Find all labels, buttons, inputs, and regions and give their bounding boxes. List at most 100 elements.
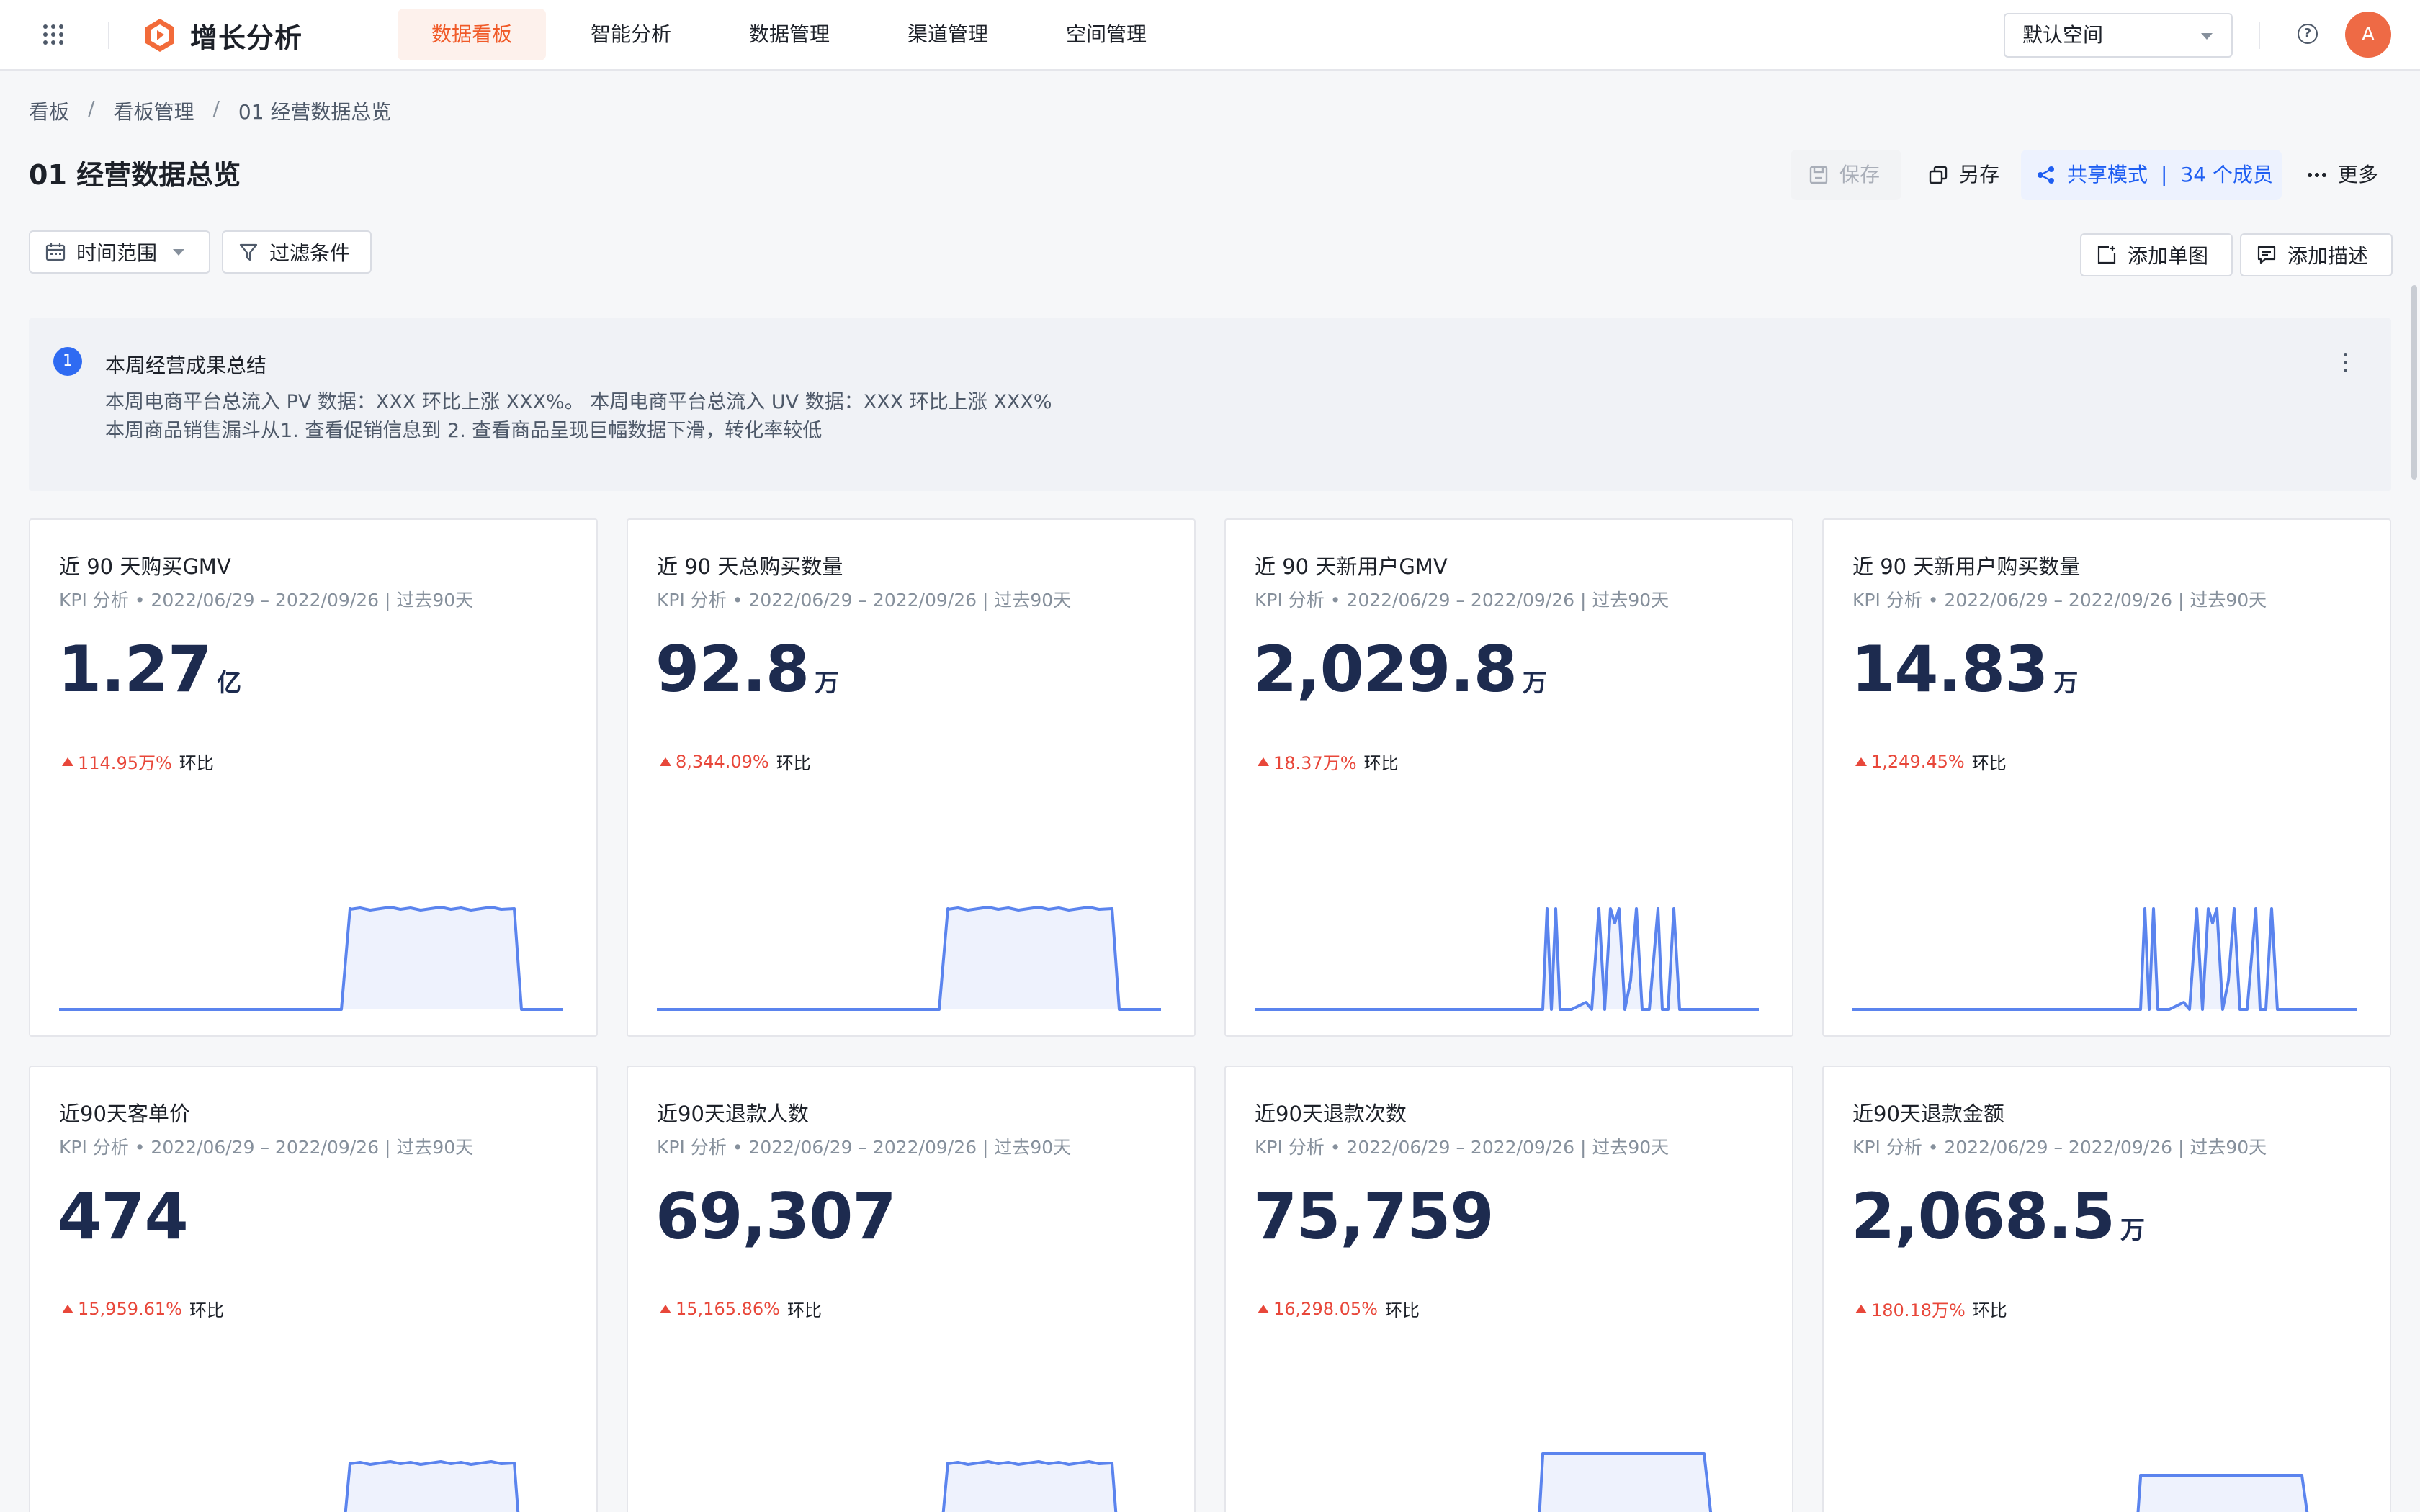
add-chart-button[interactable]: 添加单图 [2080, 233, 2233, 276]
breadcrumb-separator: / [212, 96, 220, 120]
nav-tab-data-management[interactable]: 数据管理 [717, 9, 861, 60]
sparkline-area [345, 1462, 519, 1512]
scrollbar-thumb[interactable] [2411, 285, 2417, 480]
kpi-value: 2,029.8 万 [1253, 632, 1547, 706]
nav-divider [2259, 22, 2260, 49]
sparkline-area [657, 907, 1161, 1009]
add-description-button[interactable]: 添加描述 [2240, 233, 2393, 276]
kpi-card-subtitle: KPI 分析 • 2022/06/29 – 2022/09/26 | 过去90天 [1852, 590, 2267, 611]
kpi-value: 75,759 [1253, 1179, 1500, 1254]
trend-up-icon [1258, 1304, 1269, 1313]
trend-up-icon [62, 1304, 73, 1313]
kpi-value-number: 75,759 [1253, 1179, 1494, 1254]
nav-tab-channel-management[interactable]: 渠道管理 [876, 9, 1020, 60]
kpi-card-title: 近 90 天新用户购买数量 [1852, 554, 2081, 579]
kpi-card-subtitle: KPI 分析 • 2022/06/29 – 2022/09/26 | 过去90天 [657, 590, 1072, 611]
kpi-delta-value: 8,344.09% [676, 751, 769, 772]
kpi-delta: 8,344.09% 环比 [660, 749, 811, 774]
kpi-value-number: 2,029.8 [1253, 632, 1518, 706]
kpi-value: 2,068.5 万 [1851, 1179, 2145, 1254]
summary-line: 本周商品销售漏斗从1. 查看促销信息到 2. 查看商品呈现巨幅数据下滑，转化率较… [105, 420, 823, 442]
kpi-delta: 1,249.45% 环比 [1855, 749, 2007, 774]
trend-up-icon [62, 757, 73, 766]
kpi-delta: 18.37万% 环比 [1258, 749, 1399, 774]
kpi-value-number: 69,307 [655, 1179, 897, 1254]
copy-icon [1929, 166, 1948, 184]
comment-icon [2257, 246, 2276, 264]
more-button[interactable]: 更多 [2303, 150, 2393, 200]
kpi-value: 92.8 万 [655, 632, 839, 706]
save-label: 保存 [1839, 163, 1881, 186]
add-chart-label: 添加单图 [2128, 244, 2209, 268]
kpi-card[interactable]: 近 90 天新用户购买数量 KPI 分析 • 2022/06/29 – 2022/… [1822, 518, 2391, 1037]
app-grid-icon[interactable] [40, 22, 66, 48]
trend-up-icon [1855, 1304, 1867, 1313]
kpi-delta-label: 环比 [1971, 753, 2007, 773]
kpi-delta-label: 环比 [189, 1300, 224, 1320]
trend-up-icon [660, 1304, 671, 1313]
trend-sparkline [344, 1460, 520, 1512]
sparkline-line [1255, 907, 1759, 1011]
kpi-delta-label: 环比 [1363, 753, 1399, 773]
kpi-card[interactable]: 近90天退款人数 KPI 分析 • 2022/06/29 – 2022/09/26… [627, 1066, 1196, 1512]
kpi-card-title: 近 90 天总购买数量 [657, 554, 843, 579]
kpi-card[interactable]: 近90天退款次数 KPI 分析 • 2022/06/29 – 2022/09/26… [1224, 1066, 1793, 1512]
kpi-value-unit: 万 [2053, 669, 2079, 698]
save-button[interactable]: 保存 [1791, 150, 1901, 200]
avatar[interactable]: A [2345, 12, 2391, 58]
filter-button[interactable]: 过滤条件 [222, 230, 372, 274]
kpi-card[interactable]: 近90天退款金额 KPI 分析 • 2022/06/29 – 2022/09/26… [1822, 1066, 2391, 1512]
space-select-value: 默认空间 [2022, 23, 2104, 47]
kpi-delta-value: 18.37万% [1273, 753, 1357, 773]
kpi-delta-value: 1,249.45% [1871, 751, 1965, 772]
kpi-delta-value: 15,165.86% [676, 1298, 780, 1319]
question-circle-icon[interactable]: ? [2298, 24, 2318, 44]
kpi-card-title: 近90天退款人数 [657, 1102, 809, 1126]
kpi-delta-value: 114.95万% [78, 753, 172, 773]
breadcrumb-item-dashboard-management[interactable]: 看板管理 [113, 96, 194, 125]
nav-tab-space-management[interactable]: 空间管理 [1034, 9, 1178, 60]
sparkline-area [1852, 909, 2357, 1009]
breadcrumb-item-dashboard[interactable]: 看板 [29, 96, 69, 125]
kpi-delta: 16,298.05% 环比 [1258, 1296, 1420, 1321]
time-range-button[interactable]: 时间范围 [29, 230, 210, 274]
save-as-button[interactable]: 另存 [1922, 150, 2007, 200]
chevron-down-icon [2201, 33, 2213, 40]
kpi-card[interactable]: 近 90 天总购买数量 KPI 分析 • 2022/06/29 – 2022/09… [627, 518, 1196, 1037]
nav-tab-dashboard[interactable]: 数据看板 [398, 9, 546, 60]
kpi-delta-value: 15,959.61% [78, 1298, 182, 1319]
kpi-delta-value: 180.18万% [1871, 1300, 1966, 1320]
kpi-delta-label: 环比 [786, 1300, 822, 1320]
kpi-card-title: 近90天退款次数 [1255, 1102, 1407, 1126]
sparkline-line [1852, 907, 2357, 1011]
kpi-delta: 15,165.86% 环比 [660, 1296, 822, 1321]
chevron-down-icon [173, 248, 185, 256]
nav-tab-smart-analysis[interactable]: 智能分析 [559, 9, 703, 60]
kpi-card[interactable]: 近 90 天新用户GMV KPI 分析 • 2022/06/29 – 2022/0… [1224, 518, 1793, 1037]
top-nav-bar: 增长分析 数据看板 智能分析 数据管理 渠道管理 空间管理 默认空间 ? A [0, 0, 2420, 71]
summary-index-badge: 1 [53, 347, 82, 376]
kpi-delta: 15,959.61% 环比 [62, 1296, 224, 1321]
breadcrumb: 看板 / 看板管理 / 01 经营数据总览 [29, 96, 391, 125]
kpi-value-number: 92.8 [655, 632, 810, 706]
space-select[interactable]: 默认空间 [2004, 13, 2233, 58]
kpi-value: 1.27 亿 [58, 632, 241, 706]
breadcrumb-item-current: 01 经营数据总览 [238, 100, 392, 124]
kpi-card-title: 近 90 天新用户GMV [1255, 554, 1448, 579]
trend-up-icon [1855, 757, 1867, 766]
kpi-delta-label: 环比 [1972, 1300, 2007, 1320]
trend-sparkline [1255, 907, 1759, 1011]
kpi-value-unit: 亿 [217, 669, 242, 698]
trend-up-icon [660, 757, 671, 766]
trend-sparkline [2136, 1474, 2309, 1512]
add-description-label: 添加描述 [2287, 244, 2369, 268]
more-vertical-icon[interactable] [2342, 353, 2348, 382]
app-logo[interactable]: 增长分析 [143, 17, 302, 54]
summary-title: 本周经营成果总结 [105, 354, 267, 377]
kpi-delta-label: 环比 [179, 753, 214, 773]
share-mode-button[interactable]: 共享模式 | 34 个成员 [2021, 150, 2282, 200]
time-range-label: 时间范围 [76, 241, 158, 265]
kpi-card[interactable]: 近90天客单价 KPI 分析 • 2022/06/29 – 2022/09/26 … [29, 1066, 598, 1512]
kpi-card[interactable]: 近 90 天购买GMV KPI 分析 • 2022/06/29 – 2022/09… [29, 518, 598, 1037]
save-icon [1809, 166, 1828, 184]
